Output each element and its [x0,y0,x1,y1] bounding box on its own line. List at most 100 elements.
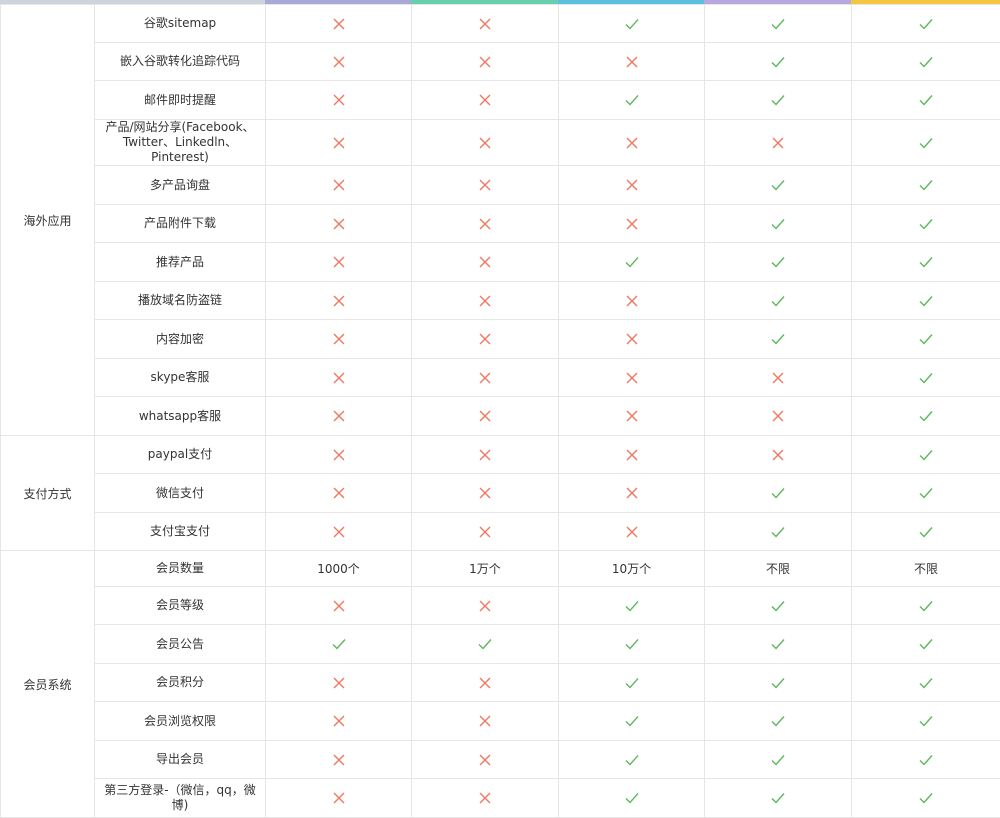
check-icon [771,332,785,346]
check-icon [919,178,933,192]
cross-icon [771,371,785,385]
feature-name: 内容加密 [95,320,266,359]
check-icon [919,637,933,651]
plan-cell-2 [412,120,559,166]
plan-cell-4 [705,474,852,513]
check-icon [771,753,785,767]
feature-comparison-table: 海外应用谷歌sitemap嵌入谷歌转化追踪代码邮件即时提醒产品/网站分享(Fac… [0,4,1000,818]
feature-name: 会员公告 [95,625,266,664]
category-cell: 海外应用 [1,5,95,436]
check-icon [771,55,785,69]
check-icon [919,448,933,462]
cross-icon [332,93,346,107]
plan-cell-4 [705,436,852,474]
check-icon [919,217,933,231]
plan-cell-5 [852,702,1000,741]
check-icon [771,525,785,539]
plan-cell-1 [266,513,412,551]
check-icon [919,332,933,346]
table-row: 产品/网站分享(Facebook、Twitter、Linkedln、Pinter… [1,120,1000,166]
plan-cell-5 [852,282,1000,320]
check-icon [919,753,933,767]
cross-icon [625,294,639,308]
plan-cell-3 [559,474,705,513]
plan-cell-2 [412,587,559,625]
table-row: whatsapp客服 [1,397,1000,436]
cross-icon [332,255,346,269]
cross-icon [478,791,492,805]
cross-icon [332,525,346,539]
check-icon [771,217,785,231]
cross-icon [478,599,492,613]
plan-cell-5 [852,513,1000,551]
check-icon [625,791,639,805]
check-icon [771,791,785,805]
cross-icon [332,371,346,385]
plan-cell-2 [412,625,559,664]
cross-icon [332,486,346,500]
check-icon [771,599,785,613]
check-icon [771,676,785,690]
feature-name: skype客服 [95,359,266,397]
check-icon [625,17,639,31]
plan-cell-2 [412,43,559,81]
plan-cell-1 [266,205,412,243]
cross-icon [478,55,492,69]
table-row: 导出会员 [1,741,1000,779]
check-icon [625,714,639,728]
check-icon [625,753,639,767]
feature-name: 微信支付 [95,474,266,513]
plan-cell-1 [266,587,412,625]
feature-name: 会员积分 [95,664,266,702]
feature-name: 产品附件下载 [95,205,266,243]
cross-icon [332,448,346,462]
plan-cell-2 [412,81,559,120]
cross-icon [771,409,785,423]
category-cell: 支付方式 [1,436,95,551]
plan-cell-2 [412,702,559,741]
cross-icon [625,136,639,150]
table-row: 支付宝支付 [1,513,1000,551]
cross-icon [625,332,639,346]
check-icon [625,637,639,651]
check-icon [771,294,785,308]
table-body: 海外应用谷歌sitemap嵌入谷歌转化追踪代码邮件即时提醒产品/网站分享(Fac… [1,5,1000,818]
cross-icon [478,255,492,269]
check-icon [919,714,933,728]
plan-cell-4 [705,5,852,43]
plan-cell-3 [559,359,705,397]
plan-cell-2 [412,741,559,779]
feature-name: 嵌入谷歌转化追踪代码 [95,43,266,81]
plan-cell-4 [705,664,852,702]
plan-cell-1 [266,120,412,166]
plan-cell-5 [852,625,1000,664]
plan-cell-4 [705,120,852,166]
check-icon [919,791,933,805]
plan-cell-3 [559,436,705,474]
table-row: 微信支付 [1,474,1000,513]
plan-value-4: 不限 [705,551,852,587]
cross-icon [771,136,785,150]
cross-icon [478,753,492,767]
plan-cell-5 [852,664,1000,702]
plan-cell-4 [705,243,852,282]
cross-icon [478,93,492,107]
plan-cell-3 [559,166,705,205]
plan-cell-5 [852,779,1000,818]
check-icon [332,637,346,651]
plan-value-5: 不限 [852,551,1000,587]
plan-cell-3 [559,702,705,741]
cross-icon [478,714,492,728]
table-row: 会员公告 [1,625,1000,664]
feature-name: 产品/网站分享(Facebook、Twitter、Linkedln、Pinter… [95,120,266,166]
plan-cell-4 [705,397,852,436]
cross-icon [478,409,492,423]
cross-icon [771,448,785,462]
cross-icon [478,294,492,308]
check-icon [625,676,639,690]
plan-cell-1 [266,5,412,43]
feature-name: 导出会员 [95,741,266,779]
check-icon [771,637,785,651]
plan-cell-1 [266,741,412,779]
table-row: 内容加密 [1,320,1000,359]
